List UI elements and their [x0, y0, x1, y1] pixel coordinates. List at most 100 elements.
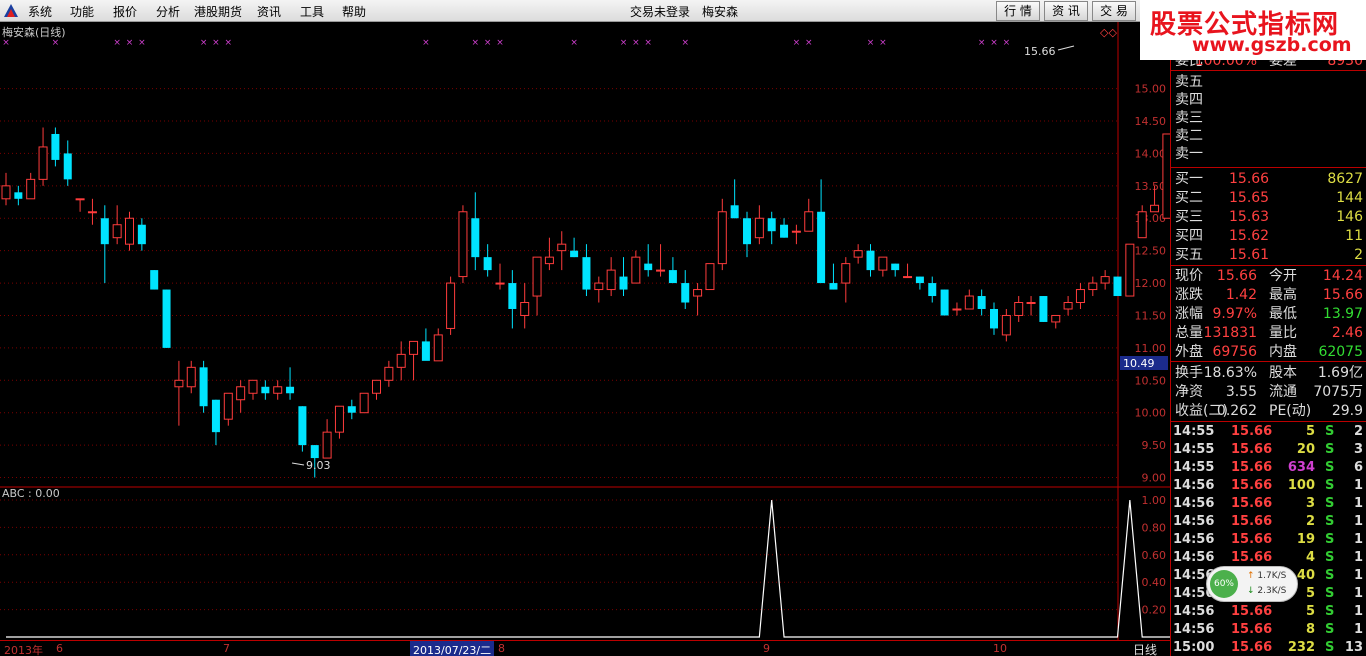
- buy-price: 15.62: [1229, 228, 1270, 244]
- price-tick-label: 14.00: [1135, 147, 1167, 160]
- buy-volume: 144: [1336, 190, 1363, 206]
- stat-value: 29.9: [1331, 403, 1363, 419]
- candle-body: [990, 308, 998, 329]
- tick-row: 14:56 15.66 8 S 1: [1173, 621, 1365, 639]
- buy-volume: 146: [1336, 209, 1363, 225]
- menu-hk-futures[interactable]: 港股期货: [194, 3, 242, 20]
- chart-title: 梅安森(日线): [2, 26, 66, 39]
- trade-button[interactable]: 交 易: [1092, 1, 1136, 21]
- candle-body: [508, 283, 517, 309]
- candle-body: [520, 302, 530, 316]
- candle-body: [693, 289, 703, 297]
- buy-level[interactable]: 买三 15.63 146: [1173, 208, 1365, 226]
- period-label[interactable]: 日线: [1120, 640, 1170, 656]
- buy-price: 15.65: [1229, 190, 1270, 206]
- candle-body: [1026, 302, 1036, 305]
- signal-marker: ×: [138, 38, 146, 48]
- tick-side: S: [1325, 460, 1335, 475]
- price-tick-label: 12.00: [1135, 277, 1167, 290]
- tick-price: 15.66: [1231, 640, 1273, 655]
- login-status: 交易未登录: [630, 5, 691, 19]
- candle-body: [87, 211, 97, 214]
- tick-volume: 634: [1287, 460, 1315, 475]
- candle-body: [458, 211, 468, 278]
- stat-label: 今开: [1269, 268, 1297, 284]
- candle-body: [125, 217, 134, 245]
- tick-count: 1: [1353, 586, 1363, 601]
- candle-body: [100, 218, 109, 245]
- menu-tools[interactable]: 工具: [300, 3, 324, 20]
- candle-body: [211, 399, 220, 433]
- buy-level[interactable]: 买五 15.61 2: [1173, 246, 1365, 264]
- indicator-tick-label: 0.20: [1142, 604, 1167, 617]
- candle-body: [421, 341, 430, 361]
- menu-help[interactable]: 帮助: [342, 3, 366, 20]
- buy-level[interactable]: 买一 15.66 8627: [1173, 170, 1365, 188]
- tick-time: 14:56: [1173, 532, 1215, 547]
- tick-count: 6: [1353, 460, 1363, 475]
- market-button[interactable]: 行 情: [996, 1, 1040, 21]
- menu-quote[interactable]: 报价: [113, 3, 137, 20]
- high-pointer: [1057, 45, 1075, 51]
- signal-marker: ×: [793, 38, 801, 48]
- tick-time: 14:56: [1173, 496, 1215, 511]
- tick-time: 14:56: [1173, 550, 1215, 565]
- tick-count: 1: [1353, 568, 1363, 583]
- tick-volume: 100: [1287, 478, 1315, 493]
- candle-body: [594, 282, 604, 291]
- candle-body: [359, 392, 369, 414]
- tick-time: 14:55: [1173, 424, 1215, 439]
- tick-volume: 8: [1305, 622, 1315, 637]
- price-tick-label: 11.50: [1135, 309, 1167, 322]
- candle-body: [38, 146, 48, 180]
- candle-body: [112, 224, 122, 239]
- sell-label: 卖五: [1175, 74, 1203, 90]
- buy-price: 15.63: [1229, 209, 1270, 225]
- network-speed-widget[interactable]: 60% ↑ 1.7K/S ↓ 2.3K/S: [1206, 566, 1298, 602]
- candle-body: [817, 211, 826, 284]
- candle-body: [681, 283, 690, 303]
- tick-price: 15.66: [1231, 550, 1273, 565]
- candle-body: [1137, 211, 1147, 239]
- tick-row: 15:00 15.66 232 S 13: [1173, 639, 1365, 656]
- price-tick-label: 15.00: [1135, 83, 1167, 96]
- stat-label: 最低: [1269, 306, 1297, 322]
- signal-marker: ×: [422, 38, 430, 48]
- stat-value: 13.97: [1322, 306, 1363, 322]
- menu-news[interactable]: 资讯: [257, 3, 281, 20]
- buy-level[interactable]: 买四 15.62 11: [1173, 227, 1365, 245]
- stat-label: 总量: [1175, 325, 1203, 341]
- buy-volume: 11: [1345, 228, 1363, 244]
- sell-level: 卖二: [1173, 127, 1365, 145]
- candle-body: [619, 276, 628, 290]
- time-label: 8: [498, 642, 505, 655]
- stat-value: 1.69亿: [1317, 365, 1363, 381]
- time-label: 9: [763, 642, 770, 655]
- candle-body: [1113, 276, 1122, 297]
- indicator-tick-label: 0.40: [1142, 576, 1167, 589]
- sell-label: 卖一: [1175, 146, 1203, 162]
- candle-body: [1063, 302, 1073, 310]
- candle-body: [804, 211, 814, 232]
- tick-time: 14:56: [1173, 622, 1215, 637]
- stat-value: 15.66: [1216, 268, 1257, 284]
- candle-body: [286, 386, 295, 394]
- tick-side: S: [1325, 496, 1335, 511]
- menu-analysis[interactable]: 分析: [156, 3, 180, 20]
- stat-label: 流通: [1269, 384, 1297, 400]
- news-button[interactable]: 资 讯: [1044, 1, 1088, 21]
- stat-value: 1.42: [1225, 287, 1257, 303]
- candle-body: [1100, 276, 1110, 284]
- stat-row: 外盘 69756 内盘 62075: [1173, 343, 1365, 361]
- kline-chart[interactable]: 15.0014.5014.0013.5013.0012.5012.0011.50…: [0, 22, 1170, 640]
- stat-value: 3.55: [1225, 384, 1257, 400]
- buy-label: 买五: [1175, 247, 1203, 263]
- menu-function[interactable]: 功能: [70, 3, 94, 20]
- candle-body: [903, 276, 913, 279]
- signal-marker: ×: [200, 38, 208, 48]
- signal-marker: ×: [113, 38, 121, 48]
- buy-level[interactable]: 买二 15.65 144: [1173, 189, 1365, 207]
- menu-system[interactable]: 系统: [28, 3, 52, 20]
- stat-value: 69756: [1212, 344, 1257, 360]
- watermark-url: www.gszb.com: [1192, 34, 1352, 56]
